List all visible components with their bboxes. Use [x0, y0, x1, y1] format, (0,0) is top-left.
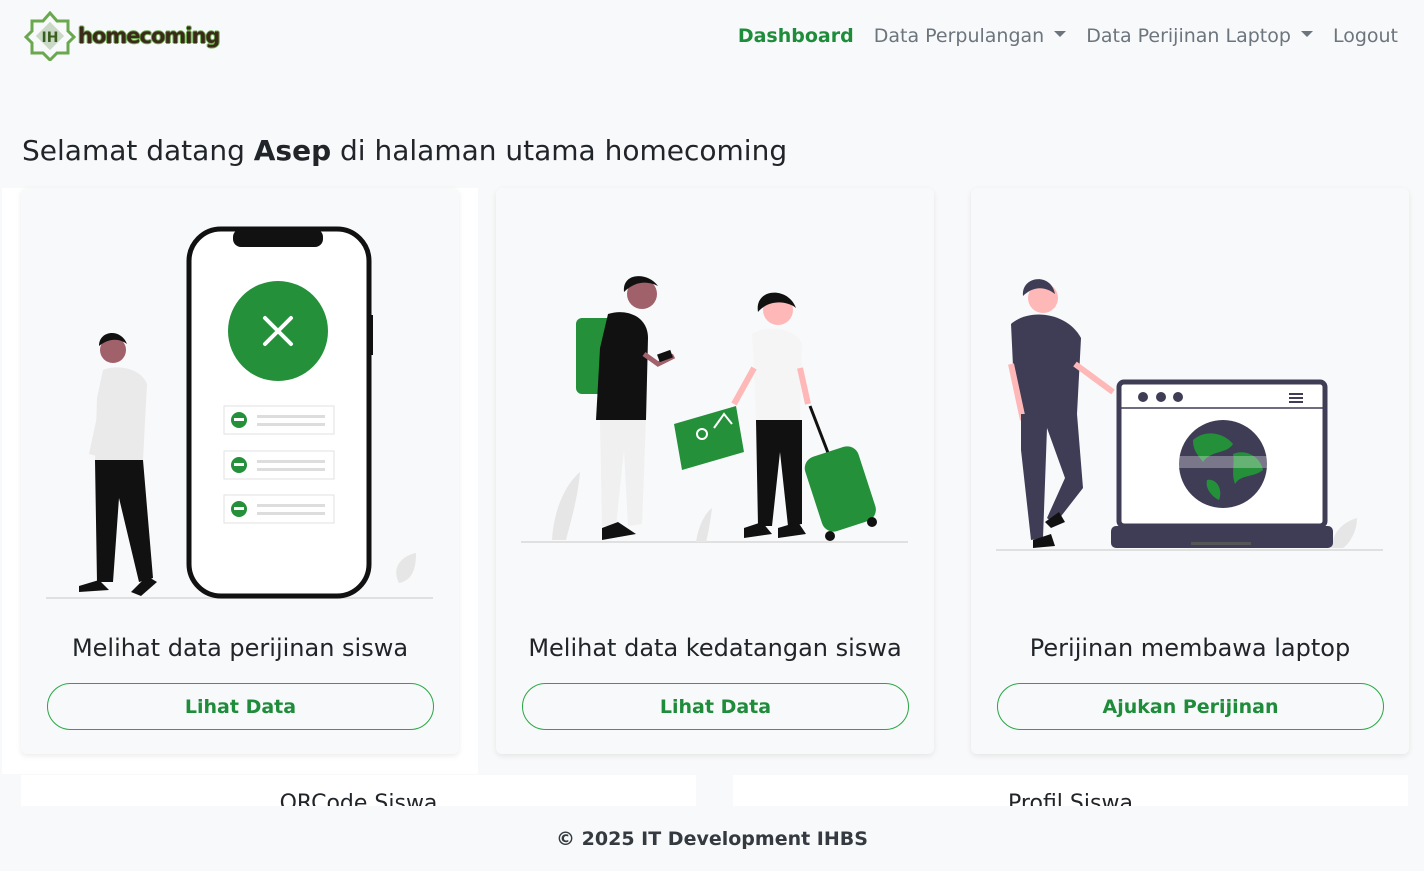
- lihat-data-button[interactable]: Lihat Data: [522, 683, 909, 730]
- card-profil-siswa: Profil Siswa: [733, 775, 1408, 807]
- card-perijinan-laptop: Perijinan membawa laptop Ajukan Perijina…: [971, 188, 1409, 754]
- navbar: IH homecoming Dashboard Data Perpulangan…: [0, 0, 1424, 72]
- page-title: Selamat datang Asep di halaman utama hom…: [22, 134, 787, 167]
- svg-text:IH: IH: [42, 30, 59, 46]
- logo-icon: IH: [24, 11, 76, 61]
- brand-logo[interactable]: IH homecoming: [24, 11, 220, 61]
- nav-dashboard[interactable]: Dashboard: [738, 25, 854, 47]
- nav-menu: Dashboard Data Perpulangan Data Perijina…: [738, 25, 1398, 47]
- caret-down-icon: [1054, 31, 1067, 37]
- brand-name: homecoming: [78, 24, 220, 48]
- nav-data-perijinan-laptop-label: Data Perijinan Laptop: [1086, 25, 1291, 47]
- travelers-illustration: [521, 276, 908, 543]
- card-title: Melihat data kedatangan siswa: [528, 634, 902, 662]
- nav-data-perijinan-laptop[interactable]: Data Perijinan Laptop: [1086, 25, 1313, 47]
- card-perijinan-siswa: Melihat data perijinan siswa Lihat Data: [21, 188, 459, 754]
- card-title: QRCode Siswa: [279, 791, 438, 807]
- laptop-illustration: [996, 279, 1383, 551]
- nav-data-perpulangan[interactable]: Data Perpulangan: [874, 25, 1067, 47]
- nav-logout[interactable]: Logout: [1333, 25, 1398, 47]
- card-qrcode-siswa: QRCode Siswa: [21, 775, 696, 807]
- welcome-user: Asep: [253, 134, 332, 167]
- card-title: Melihat data perijinan siswa: [71, 634, 409, 662]
- phone-illustration: [46, 226, 433, 599]
- card-kedatangan-siswa: Melihat data kedatangan siswa Lihat Data: [496, 188, 934, 754]
- welcome-suffix: di halaman utama homecoming: [331, 134, 788, 167]
- footer-text: © 2025 IT Development IHBS: [556, 827, 868, 850]
- nav-data-perpulangan-label: Data Perpulangan: [873, 25, 1045, 47]
- ajukan-perijinan-button[interactable]: Ajukan Perijinan: [997, 683, 1384, 730]
- caret-down-icon: [1300, 31, 1313, 37]
- footer: © 2025 IT Development IHBS: [0, 806, 1424, 871]
- welcome-prefix: Selamat datang: [22, 134, 254, 167]
- card-title: Perijinan membawa laptop: [1029, 634, 1351, 662]
- lihat-data-button[interactable]: Lihat Data: [47, 683, 434, 730]
- card-title: Profil Siswa: [1008, 791, 1133, 807]
